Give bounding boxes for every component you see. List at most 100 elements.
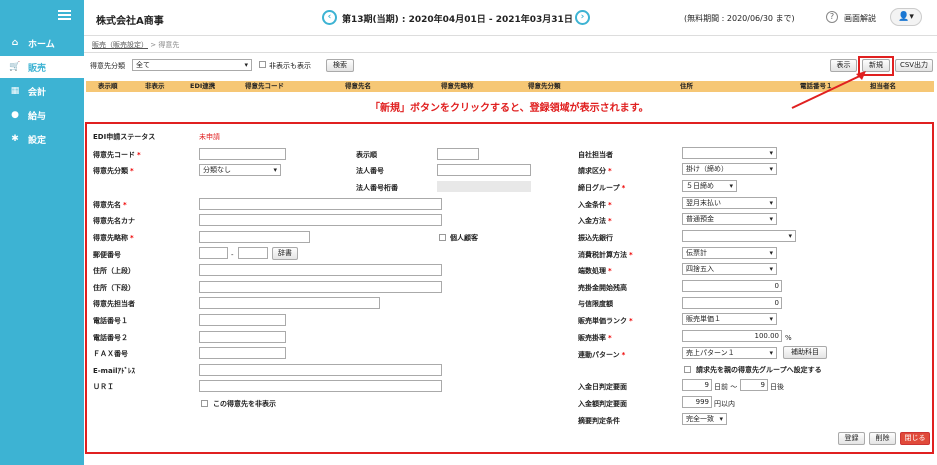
fax-input[interactable] bbox=[199, 347, 286, 359]
email-input[interactable] bbox=[199, 364, 442, 376]
sidebar-item-accounting[interactable]: ▦ 会計 bbox=[0, 80, 84, 102]
sub-account-button[interactable]: 補助科目 bbox=[783, 346, 827, 359]
home-icon: ⌂ bbox=[11, 38, 19, 48]
individual-checkbox[interactable] bbox=[439, 234, 446, 241]
phone2-label: 電話番号２ bbox=[93, 334, 128, 342]
show-hidden-checkbox[interactable] bbox=[259, 61, 266, 68]
customer-category-select[interactable]: 分類なし bbox=[199, 164, 281, 176]
sales-rate-input[interactable]: 100.00 bbox=[682, 330, 782, 342]
customer-short-label: 得意先略称 * bbox=[93, 234, 134, 242]
annotation-arrow bbox=[791, 71, 866, 109]
corp-no-input[interactable] bbox=[437, 164, 531, 176]
phone1-input[interactable] bbox=[199, 314, 286, 326]
register-button[interactable]: 登録 bbox=[838, 432, 865, 445]
customer-code-input[interactable] bbox=[199, 148, 286, 160]
address1-label: 住所（上段） bbox=[93, 267, 135, 275]
customer-kana-input[interactable] bbox=[199, 214, 442, 226]
deposit-from-input[interactable]: 9 bbox=[682, 379, 712, 391]
edi-status-value: 未申請 bbox=[199, 133, 220, 141]
sidebar-item-home[interactable]: ⌂ ホーム bbox=[0, 32, 84, 54]
customer-short-input[interactable] bbox=[199, 231, 310, 243]
col-order: 表示順 bbox=[98, 82, 118, 90]
zip1-input[interactable] bbox=[199, 247, 228, 259]
summary-select[interactable]: 完全一致 bbox=[682, 413, 727, 425]
col-name: 得意先名 bbox=[345, 82, 371, 90]
delete-button[interactable]: 削除 bbox=[869, 432, 896, 445]
customer-code-label: 得意先コード * bbox=[93, 151, 141, 159]
hamburger-icon[interactable] bbox=[58, 10, 71, 20]
cart-icon: 🛒 bbox=[9, 62, 21, 72]
contact-label: 得意先担当者 bbox=[93, 300, 135, 308]
rounding-select[interactable]: 四捨五入 bbox=[682, 263, 777, 275]
deposit-amount-label: 入金額判定要面 bbox=[578, 400, 627, 408]
category-select[interactable]: 全て bbox=[132, 59, 252, 71]
phone1-label: 電話番号１ bbox=[93, 317, 128, 325]
opening-balance-label: 売掛金開始残高 bbox=[578, 284, 627, 292]
credit-limit-input[interactable]: 0 bbox=[682, 297, 782, 309]
corp-no-label: 法人番号 bbox=[356, 167, 384, 175]
col-edi: EDI連携 bbox=[190, 82, 216, 90]
order-input[interactable] bbox=[437, 148, 479, 160]
zip-label: 郵便番号 bbox=[93, 251, 121, 259]
link-pattern-select[interactable]: 売上パターン１ bbox=[682, 347, 777, 359]
address1-input[interactable] bbox=[199, 264, 442, 276]
gear-icon: ✱ bbox=[11, 134, 19, 144]
period-label: 第13期(当期) : 2020年04月01日 - 2021年03月31日 bbox=[342, 15, 573, 25]
sidebar-item-sales[interactable]: 🛒 販売 bbox=[0, 56, 84, 78]
uri-input[interactable] bbox=[199, 380, 442, 392]
deposit-to-input[interactable]: 9 bbox=[740, 379, 768, 391]
company-name: 株式会社A商事 bbox=[96, 16, 164, 27]
sidebar-item-payroll[interactable]: ● 給与 bbox=[0, 104, 84, 126]
col-person: 担当者名 bbox=[870, 82, 896, 90]
summary-label: 摘要判定条件 bbox=[578, 417, 620, 425]
deposit-amount-unit: 円以内 bbox=[714, 400, 735, 408]
price-rank-select[interactable]: 販売単価１ bbox=[682, 313, 777, 325]
closing-group-label: 締日グループ * bbox=[578, 184, 626, 192]
payment-method-select[interactable]: 普通預金 bbox=[682, 213, 777, 225]
close-button[interactable]: 閉じる bbox=[900, 432, 930, 445]
breadcrumb-current: 得意先 bbox=[158, 41, 180, 49]
deposit-amount-input[interactable]: 999 bbox=[682, 396, 712, 408]
dictionary-button[interactable]: 辞書 bbox=[272, 247, 298, 260]
deposit-from-unit: 日前 〜 bbox=[714, 383, 738, 391]
help-link[interactable]: 画面解説 bbox=[844, 13, 876, 24]
credit-limit-label: 与信限度額 bbox=[578, 300, 613, 308]
billing-type-select[interactable]: 掛け（締め） bbox=[682, 163, 777, 175]
col-address: 住所 bbox=[680, 82, 693, 90]
group-checkbox[interactable] bbox=[684, 366, 691, 373]
sales-rate-label: 販売掛率 * bbox=[578, 334, 612, 342]
address2-input[interactable] bbox=[199, 281, 442, 293]
hide-customer-checkbox[interactable] bbox=[201, 400, 208, 407]
breadcrumb-parent[interactable]: 販売（販売設定） bbox=[92, 41, 148, 49]
fax-label: ＦＡＸ番号 bbox=[93, 350, 128, 358]
staff-select[interactable] bbox=[682, 147, 777, 159]
zip2-input[interactable] bbox=[238, 247, 268, 259]
divider bbox=[84, 52, 937, 53]
prev-period-icon[interactable]: ‹ bbox=[322, 10, 337, 25]
help-icon[interactable]: ? bbox=[826, 11, 838, 23]
deposit-date-label: 入金日判定要面 bbox=[578, 383, 627, 391]
bank-select[interactable] bbox=[682, 230, 796, 242]
closing-group-select[interactable]: ５日締め bbox=[682, 180, 737, 192]
tax-method-label: 消費税計算方法 * bbox=[578, 251, 633, 259]
top-bar: 株式会社A商事 ‹ 第13期(当期) : 2020年04月01日 - 2021年… bbox=[84, 0, 937, 36]
show-hidden-label: 非表示も表示 bbox=[269, 62, 311, 70]
opening-balance-input[interactable]: 0 bbox=[682, 280, 782, 292]
money-bag-icon: ● bbox=[11, 110, 19, 120]
customer-name-input[interactable] bbox=[199, 198, 442, 210]
contact-input[interactable] bbox=[199, 297, 380, 309]
col-category: 得意先分類 bbox=[528, 82, 561, 90]
sidebar-item-settings[interactable]: ✱ 設定 bbox=[0, 128, 84, 150]
tax-method-select[interactable]: 伝票計 bbox=[682, 247, 777, 259]
address2-label: 住所（下段） bbox=[93, 284, 135, 292]
payment-terms-select[interactable]: 翌月末払い bbox=[682, 197, 777, 209]
corp-no-check-label: 法人番号桁番 bbox=[356, 184, 398, 192]
bank-label: 振込先銀行 bbox=[578, 234, 613, 242]
csv-button[interactable]: CSV出力 bbox=[895, 59, 933, 72]
phone2-input[interactable] bbox=[199, 331, 286, 343]
user-menu-button[interactable]: 👤▾ bbox=[890, 8, 922, 26]
search-button[interactable]: 検索 bbox=[326, 59, 354, 72]
calc-icon: ▦ bbox=[10, 86, 20, 96]
next-period-icon[interactable]: › bbox=[575, 10, 590, 25]
customer-kana-label: 得意先名カナ bbox=[93, 217, 135, 225]
